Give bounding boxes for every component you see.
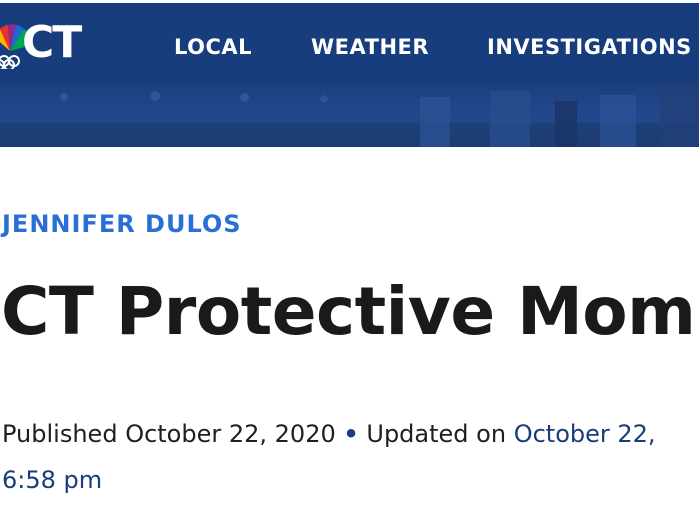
nav-local[interactable]: LOCAL — [174, 35, 252, 59]
published-date: October 22, 2020 — [125, 420, 336, 448]
nav-investigations[interactable]: INVESTIGATIONS — [487, 35, 692, 59]
article-timestamps: Published October 22, 2020 • Updated on … — [2, 420, 656, 448]
site-header: CT LOCAL WEATHER INVESTIGATIONS — [0, 3, 699, 83]
site-logo[interactable]: CT — [0, 17, 96, 69]
updated-time: 6:58 pm — [2, 466, 103, 494]
meta-separator: • — [343, 420, 359, 448]
logo-text: CT — [22, 17, 82, 68]
hero-banner — [0, 83, 699, 147]
updated-label: Updated on — [366, 420, 507, 448]
article-headline: CT Protective Mom — [1, 273, 696, 350]
updated-date: October 22, — [513, 420, 656, 448]
nav-weather[interactable]: WEATHER — [311, 35, 429, 59]
published-label: Published — [2, 420, 118, 448]
article-category[interactable]: JENNIFER DULOS — [2, 210, 242, 238]
